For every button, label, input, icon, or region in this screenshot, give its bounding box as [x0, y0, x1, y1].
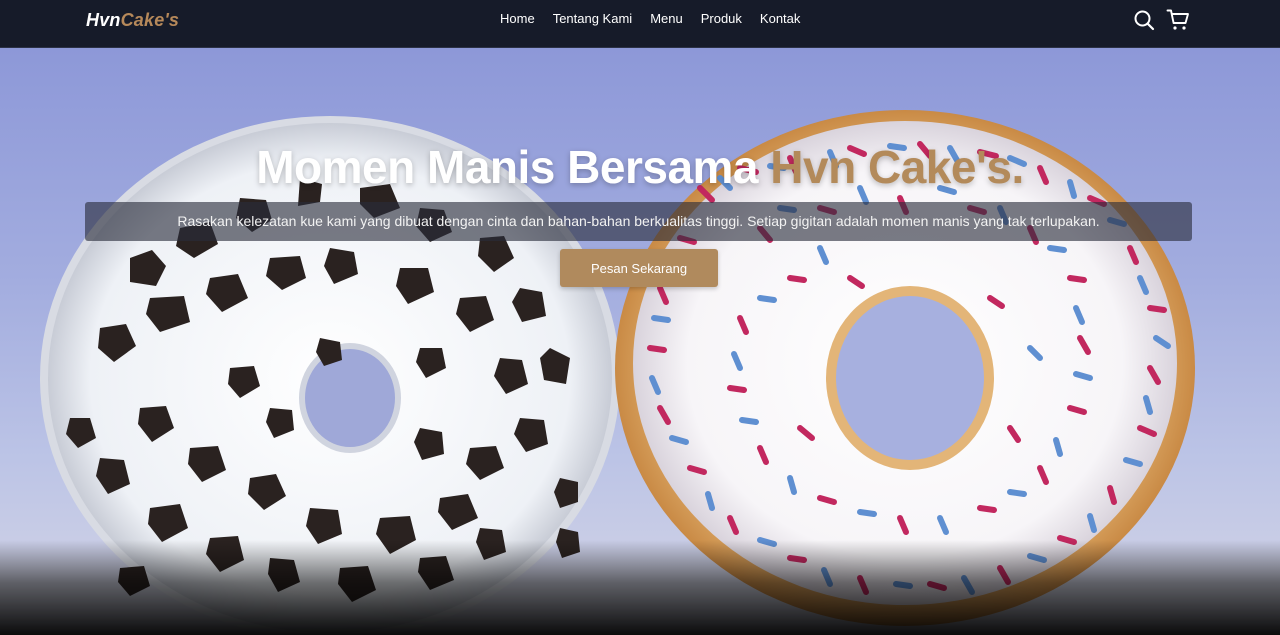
hero-subtitle: Rasakan kelezatan kue kami yang dibuat d…: [85, 202, 1192, 241]
shopping-cart-icon[interactable]: [1166, 8, 1190, 32]
brand-logo-part2: Cake's: [120, 10, 180, 30]
hero-title-main: Momen Manis Bersama: [256, 141, 771, 193]
nav-link-produk[interactable]: Produk: [701, 11, 742, 27]
nav-link-home[interactable]: Home: [500, 11, 535, 27]
navbar: HvnCake's Home Tentang Kami Menu Produk …: [0, 0, 1280, 48]
brand-logo[interactable]: HvnCake's: [86, 10, 179, 31]
nav-link-tentang-kami[interactable]: Tentang Kami: [553, 11, 633, 27]
main-nav: Home Tentang Kami Menu Produk Kontak: [500, 11, 818, 27]
order-now-button[interactable]: Pesan Sekarang: [560, 249, 718, 287]
brand-logo-part1: Hvn: [86, 10, 121, 30]
search-icon[interactable]: [1132, 8, 1156, 32]
hero-title: Momen Manis Bersama Hvn Cake's.: [0, 140, 1280, 194]
hero-section: Momen Manis Bersama Hvn Cake's. Rasakan …: [0, 48, 1280, 635]
hero-title-accent: Hvn Cake's.: [770, 141, 1024, 193]
nav-link-menu[interactable]: Menu: [650, 11, 683, 27]
hero-bottom-shade: [0, 540, 1280, 635]
nav-link-kontak[interactable]: Kontak: [760, 11, 800, 27]
nav-icons: [1132, 8, 1190, 32]
